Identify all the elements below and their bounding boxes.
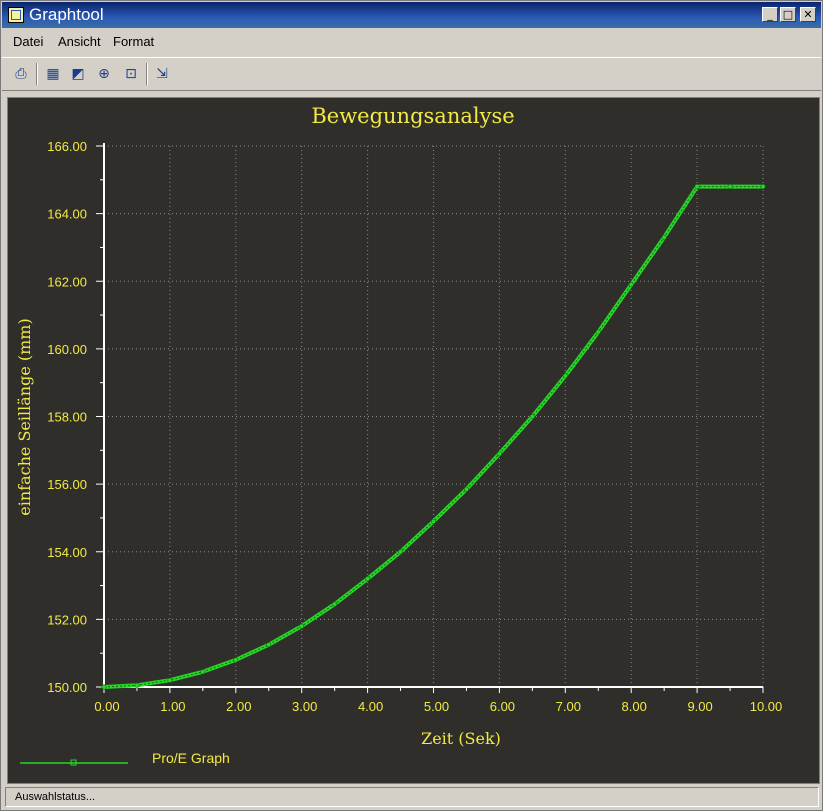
data-point	[628, 282, 634, 288]
data-point	[694, 184, 700, 190]
y-axis-label: einfache Seillänge (mm)	[15, 318, 34, 515]
maximize-button[interactable]: □	[780, 7, 796, 22]
data-point	[167, 677, 173, 683]
y-tick-label: 156.00	[47, 477, 87, 492]
data-point	[760, 184, 766, 190]
data-point	[529, 413, 535, 419]
y-tick-label: 158.00	[47, 410, 87, 425]
status-text: Auswahlstatus...	[15, 791, 96, 803]
print-icon[interactable]: ⎙	[12, 65, 30, 83]
legend-label: Pro/E Graph	[152, 750, 230, 766]
x-tick-label: 10.00	[750, 699, 783, 714]
chart-svg: 0.00 1.00 2.00 3.00 4.00 5.00 6.00 7.00 8.00 9.00…	[15, 104, 783, 766]
app-icon	[8, 7, 24, 23]
graphtool-window: Graphtool _ □ ✕ Datei Ansicht Format ⎙ ▦…	[0, 0, 823, 811]
y-tick-label: 162.00	[47, 274, 87, 289]
x-tick-label: 7.00	[556, 699, 581, 714]
menu-ansicht[interactable]: Ansicht	[58, 34, 101, 49]
data-point	[463, 486, 469, 492]
data-point	[496, 451, 502, 457]
status-bar: Auswahlstatus...	[5, 787, 819, 807]
edit-icon[interactable]: ◩	[69, 65, 87, 83]
menu-format[interactable]: Format	[113, 34, 154, 49]
title-bar: Graphtool _ □ ✕	[2, 2, 821, 28]
export-icon[interactable]: ⇲	[153, 65, 171, 83]
x-tick-label: 4.00	[358, 699, 383, 714]
close-button[interactable]: ✕	[800, 7, 816, 22]
y-tick-label: 166.00	[47, 139, 87, 154]
data-point	[595, 329, 601, 335]
x-axis-label: Zeit (Sek)	[421, 729, 501, 748]
y-tick-label: 150.00	[47, 680, 87, 695]
window-title: Graphtool	[29, 5, 104, 24]
x-tick-label: 5.00	[424, 699, 449, 714]
data-point	[134, 682, 140, 688]
chart-area: 0.00 1.00 2.00 3.00 4.00 5.00 6.00 7.00 8.00 9.00…	[7, 97, 820, 784]
data-point	[299, 623, 305, 629]
x-tick-label: 0.00	[94, 699, 119, 714]
toolbar-separator	[146, 63, 148, 85]
toolbar-separator	[36, 63, 38, 85]
data-point	[562, 373, 568, 379]
zoom-in-icon[interactable]: ⊕	[95, 65, 113, 83]
menu-datei[interactable]: Datei	[13, 34, 43, 49]
data-point	[233, 657, 239, 663]
x-tick-label: 1.00	[160, 699, 185, 714]
series-line	[103, 184, 763, 689]
minimize-button[interactable]: _	[762, 7, 778, 22]
grid-icon[interactable]: ▦	[44, 65, 62, 83]
y-tick-label: 164.00	[47, 207, 87, 222]
data-point	[661, 234, 667, 240]
data-point	[365, 576, 371, 582]
chart-title: Bewegungsanalyse	[311, 104, 514, 128]
x-tick-label: 9.00	[687, 699, 712, 714]
x-tick-label: 3.00	[292, 699, 317, 714]
y-tick-label: 152.00	[47, 612, 87, 627]
data-point	[101, 684, 107, 690]
data-point	[430, 518, 436, 524]
x-tick-label: 8.00	[622, 699, 647, 714]
x-tick-label: 6.00	[490, 699, 515, 714]
data-point	[200, 669, 206, 675]
toolbar: ⎙ ▦ ◩ ⊕ ⊡ ⇲	[2, 57, 821, 91]
series-line-texture	[103, 186, 763, 688]
y-tick-label: 154.00	[47, 545, 87, 560]
data-point	[266, 642, 272, 648]
data-point	[727, 184, 733, 190]
zoom-fit-icon[interactable]: ⊡	[122, 65, 140, 83]
x-tick-label: 2.00	[226, 699, 251, 714]
data-point	[398, 549, 404, 555]
y-tick-label: 160.00	[47, 342, 87, 357]
menu-bar: Datei Ansicht Format	[2, 30, 821, 54]
data-point	[332, 601, 338, 607]
